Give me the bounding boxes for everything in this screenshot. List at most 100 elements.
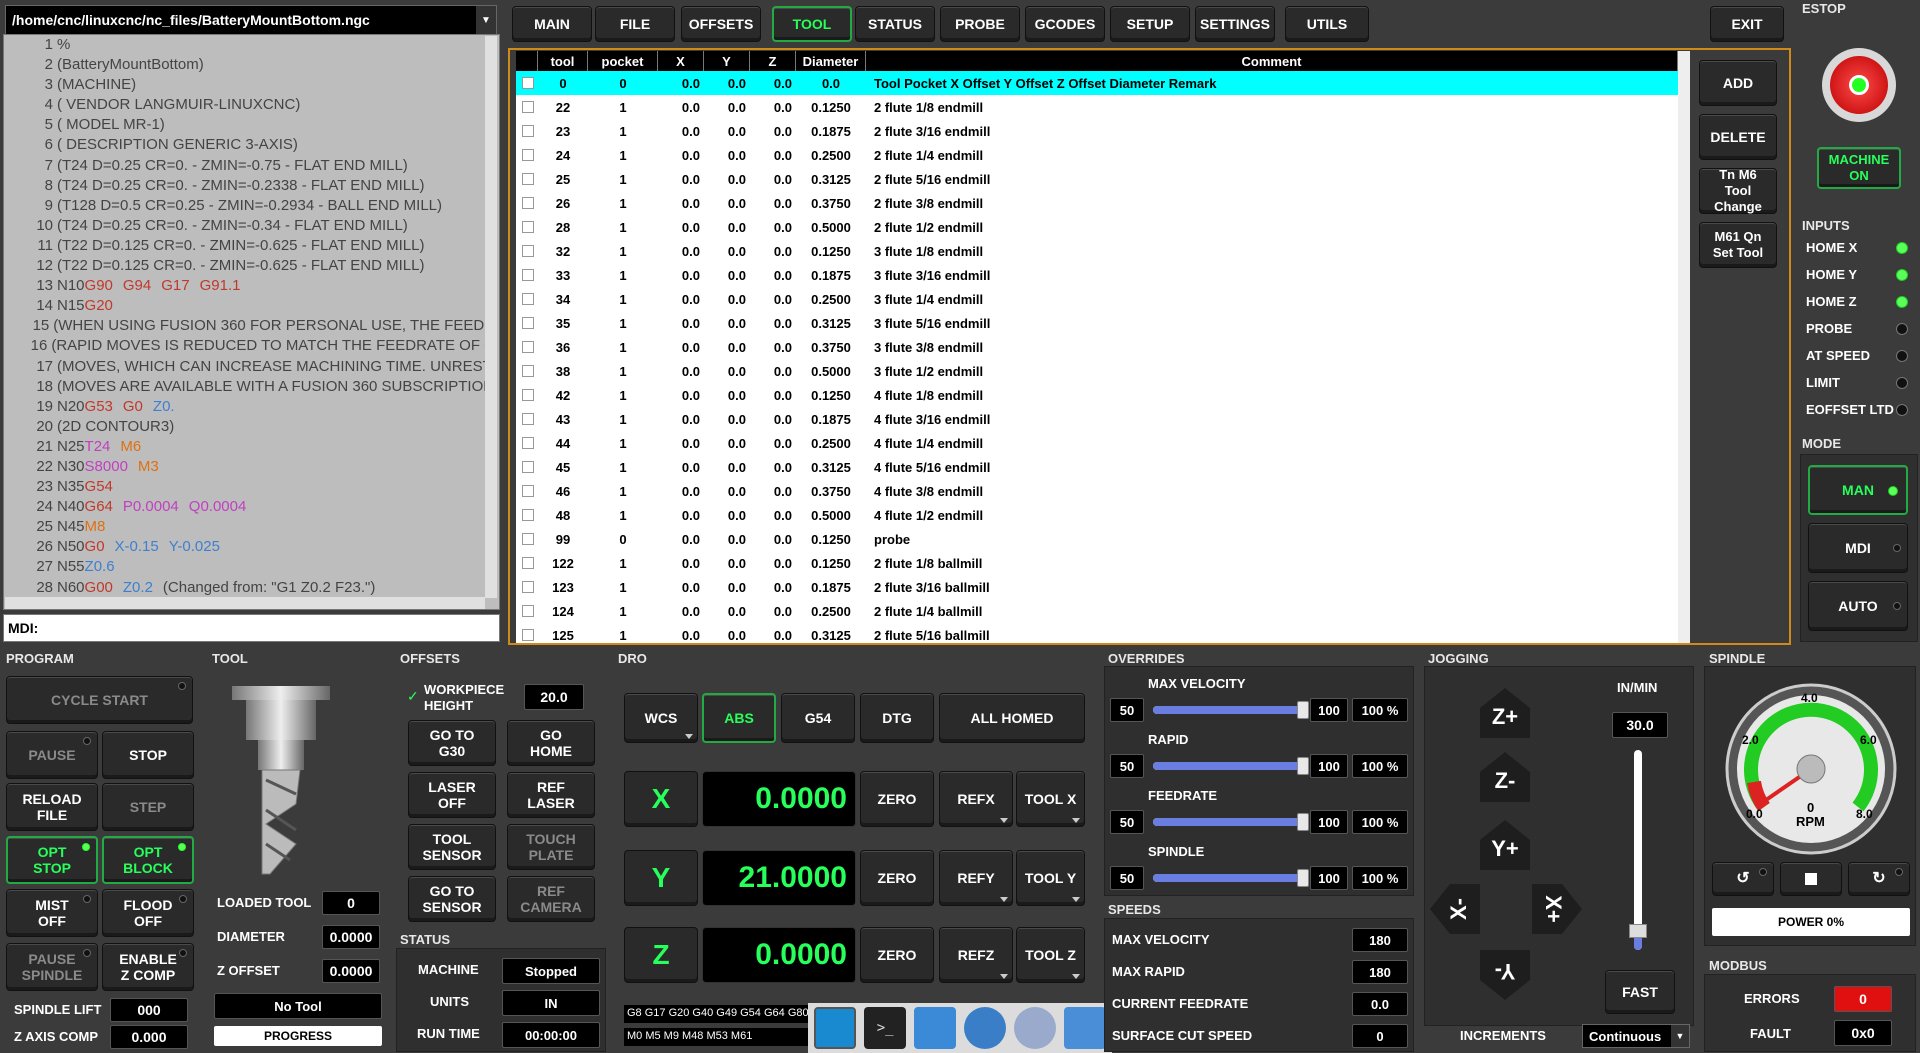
- tool-table-row[interactable]: 122 1 0.0 0.0 0.0 0.1250 2 flute 1/8 ballmill: [516, 551, 1678, 575]
- increments-select[interactable]: Continuous ▼: [1582, 1024, 1690, 1048]
- spindle-stop-button[interactable]: [1780, 862, 1842, 896]
- tool-table-col-header[interactable]: tool: [538, 51, 588, 71]
- tool-table-row[interactable]: 124 1 0.0 0.0 0.0 0.2500 2 flute 1/4 ballmill: [516, 599, 1678, 623]
- override-slider[interactable]: [1153, 701, 1309, 719]
- set-tool-button[interactable]: M61 Qn Set Tool: [1699, 222, 1777, 268]
- x-axis-button[interactable]: X: [624, 771, 698, 827]
- jog-fast-button[interactable]: FAST: [1605, 970, 1675, 1014]
- tool-table[interactable]: tool pocket X Y Z Diameter Comment 0 0 0.0 0.0 0.0…: [516, 51, 1678, 643]
- row-checkbox[interactable]: [522, 173, 534, 185]
- go-home-button[interactable]: GO HOME: [507, 720, 595, 766]
- desktop-icon[interactable]: [814, 1007, 857, 1049]
- spindle-cw-button[interactable]: ↻: [1848, 862, 1910, 896]
- row-checkbox[interactable]: [522, 341, 534, 353]
- tool-table-col-header[interactable]: [516, 51, 538, 71]
- tool-table-row[interactable]: 44 1 0.0 0.0 0.0 0.2500 4 flute 1/4 endmill: [516, 431, 1678, 455]
- tool-table-row[interactable]: 48 1 0.0 0.0 0.0 0.5000 4 flute 1/2 endmill: [516, 503, 1678, 527]
- y-axis-button[interactable]: Y: [624, 850, 698, 906]
- tool-table-col-header[interactable]: pocket: [588, 51, 658, 71]
- delete-tool-button[interactable]: DELETE: [1699, 114, 1777, 160]
- exit-button[interactable]: EXIT: [1710, 6, 1784, 42]
- tool-table-row[interactable]: 23 1 0.0 0.0 0.0 0.1875 2 flute 3/16 endmill: [516, 119, 1678, 143]
- touch-plate-button[interactable]: TOUCH PLATE: [507, 824, 595, 870]
- row-checkbox[interactable]: [522, 221, 534, 233]
- mode-man-button[interactable]: MAN: [1808, 465, 1908, 515]
- tab-status[interactable]: STATUS: [855, 6, 935, 42]
- ref-camera-button[interactable]: REF CAMERA: [507, 876, 595, 922]
- gcode-line[interactable]: 22 N30 S8000 M3: [5, 458, 495, 478]
- row-checkbox[interactable]: [522, 605, 534, 617]
- zero-y-button[interactable]: ZERO: [860, 850, 934, 906]
- row-checkbox[interactable]: [522, 125, 534, 137]
- tool-sensor-button[interactable]: TOOL SENSOR: [408, 824, 496, 870]
- step-button[interactable]: STEP: [102, 783, 194, 831]
- abs-button[interactable]: ABS: [702, 693, 776, 743]
- tool-table-row[interactable]: 99 0 0.0 0.0 0.0 0.1250 probe: [516, 527, 1678, 551]
- row-checkbox[interactable]: [522, 389, 534, 401]
- tab-utils[interactable]: UTILS: [1285, 6, 1369, 42]
- gcode-line[interactable]: 25 N45 M8: [5, 518, 495, 538]
- reload-file-button[interactable]: RELOAD FILE: [6, 783, 98, 831]
- file-path-bar[interactable]: /home/cnc/linuxcnc/nc_files/BatteryMount…: [5, 5, 497, 35]
- tool-table-row[interactable]: 0 0 0.0 0.0 0.0 0.0 Tool Pocket X Offset Y Off…: [516, 71, 1678, 95]
- g54-button[interactable]: G54: [781, 693, 855, 743]
- gcode-hscrollbar[interactable]: [5, 597, 485, 609]
- row-checkbox[interactable]: [522, 437, 534, 449]
- tab-offsets[interactable]: OFFSETS: [681, 6, 761, 42]
- tab-main[interactable]: MAIN: [512, 6, 592, 42]
- tool-table-row[interactable]: 42 1 0.0 0.0 0.0 0.1250 4 flute 1/8 endmill: [516, 383, 1678, 407]
- row-checkbox[interactable]: [522, 581, 534, 593]
- all-homed-button[interactable]: ALL HOMED: [939, 693, 1085, 743]
- gcode-line[interactable]: 18 (MOVES ARE AVAILABLE WITH A FUSION 360…: [5, 378, 495, 398]
- gcode-line[interactable]: 1%: [5, 36, 495, 56]
- refz-button[interactable]: REFZ: [939, 927, 1013, 983]
- tab-gcodes[interactable]: GCODES: [1025, 6, 1105, 42]
- tool-table-row[interactable]: 43 1 0.0 0.0 0.0 0.1875 4 flute 3/16 endmill: [516, 407, 1678, 431]
- gcode-line[interactable]: 13 N10 G90 G94 G17 G91.1: [5, 277, 495, 297]
- archive-icon[interactable]: [914, 1007, 957, 1049]
- gcode-editor[interactable]: 1% 2 (BatteryMountBottom) 3 (MACHINE) 4( VEND…: [5, 36, 495, 598]
- gcode-scrollbar[interactable]: [485, 36, 497, 598]
- tool-table-row[interactable]: 35 1 0.0 0.0 0.0 0.3125 3 flute 5/16 endmill: [516, 311, 1678, 335]
- mode-auto-button[interactable]: AUTO: [1808, 581, 1908, 631]
- refx-button[interactable]: REFX: [939, 771, 1013, 827]
- zero-z-button[interactable]: ZERO: [860, 927, 934, 983]
- tool-table-row[interactable]: 26 1 0.0 0.0 0.0 0.3750 2 flute 3/8 endmill: [516, 191, 1678, 215]
- stop-button[interactable]: STOP: [102, 731, 194, 779]
- tool-table-row[interactable]: 36 1 0.0 0.0 0.0 0.3750 3 flute 3/8 endmill: [516, 335, 1678, 359]
- jog-rate-value[interactable]: 30.0: [1612, 712, 1668, 738]
- toolx-button[interactable]: TOOL X: [1016, 771, 1085, 827]
- tool-table-scrollbar[interactable]: [1678, 51, 1690, 643]
- gcode-line[interactable]: 17 (MOVES, WHICH CAN INCREASE MACHINING T…: [5, 358, 495, 378]
- terminal-icon[interactable]: >_: [864, 1007, 907, 1049]
- mdi-input[interactable]: MDI:: [3, 614, 500, 642]
- slider-knob[interactable]: [1297, 813, 1309, 831]
- row-checkbox[interactable]: [522, 365, 534, 377]
- tool-table-col-header[interactable]: Z: [750, 51, 796, 71]
- override-slider[interactable]: [1153, 869, 1309, 887]
- tool-table-row[interactable]: 46 1 0.0 0.0 0.0 0.3750 4 flute 3/8 endmill: [516, 479, 1678, 503]
- flood-button[interactable]: FLOOD OFF: [102, 889, 194, 937]
- row-checkbox[interactable]: [522, 245, 534, 257]
- spindle-lift-value[interactable]: 000: [110, 998, 188, 1022]
- gcode-line[interactable]: 11 (T22 D=0.125 CR=0. - ZMIN=-0.625 - FLA…: [5, 237, 495, 257]
- tab-settings[interactable]: SETTINGS: [1195, 6, 1275, 42]
- zaxis-comp-value[interactable]: 0.000: [110, 1025, 188, 1049]
- row-checkbox[interactable]: [522, 77, 534, 89]
- gcode-line[interactable]: 27 N55 Z0.6: [5, 558, 495, 578]
- workpiece-height-value[interactable]: 20.0: [524, 684, 584, 710]
- tab-tool[interactable]: TOOL: [772, 6, 852, 42]
- tool-table-col-header[interactable]: X: [658, 51, 704, 71]
- folder-icon[interactable]: [1064, 1007, 1106, 1049]
- cycle-start-button[interactable]: CYCLE START: [6, 676, 193, 724]
- override-slider[interactable]: [1153, 757, 1309, 775]
- gcode-line[interactable]: 2 (BatteryMountBottom): [5, 56, 495, 76]
- opt-block-button[interactable]: OPT BLOCK: [102, 836, 194, 884]
- slider-knob[interactable]: [1297, 701, 1309, 719]
- gcode-line[interactable]: 6( DESCRIPTION GENERIC 3-AXIS): [5, 136, 495, 156]
- dtg-button[interactable]: DTG: [860, 693, 934, 743]
- gcode-line[interactable]: 5( MODEL MR-1): [5, 116, 495, 136]
- spindle-ccw-button[interactable]: ↺: [1712, 862, 1774, 896]
- tool-table-row[interactable]: 33 1 0.0 0.0 0.0 0.1875 3 flute 3/16 endmill: [516, 263, 1678, 287]
- gcode-line[interactable]: 28 N60 G00 Z0.2 (Changed from: "G1 Z0.2 F2…: [5, 579, 495, 598]
